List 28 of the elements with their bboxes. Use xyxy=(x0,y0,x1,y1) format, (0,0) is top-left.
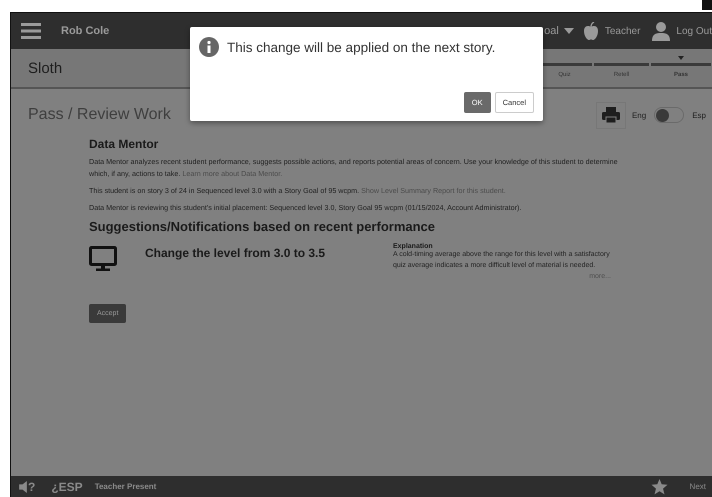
next-button[interactable]: Next xyxy=(690,482,706,491)
spanish-help-button[interactable]: ¿ESP xyxy=(51,480,83,494)
apple-icon xyxy=(582,22,599,40)
caret-icon[interactable] xyxy=(564,28,574,34)
section-heading: Suggestions/Notifications based on recent performance xyxy=(89,219,436,234)
story-title: Sloth xyxy=(28,60,62,76)
info-icon xyxy=(199,37,219,57)
selected-marker-icon xyxy=(678,56,684,60)
teacher-label: Teacher xyxy=(604,26,640,36)
language-toggle[interactable] xyxy=(654,107,684,123)
print-button[interactable] xyxy=(596,102,626,128)
language-label: Esp xyxy=(692,110,706,120)
dialog-message: This change will be applied on the next story. xyxy=(227,40,496,54)
suggestion-title: Change the level from 3.0 to 3.5 xyxy=(145,246,326,260)
user-name: Rob Cole xyxy=(61,25,110,37)
level-goal-menu[interactable]: oal xyxy=(544,25,559,37)
language-label: Eng xyxy=(632,110,646,120)
user-icon xyxy=(652,21,670,41)
star-icon[interactable] xyxy=(650,478,668,494)
audio-help-button[interactable]: ? xyxy=(19,480,36,494)
teacher-present-label: Teacher Present xyxy=(94,482,156,491)
log-out-link[interactable]: Log Out xyxy=(676,26,712,36)
menu-icon[interactable] xyxy=(21,23,41,39)
printer-icon xyxy=(602,107,620,123)
page-title: Pass / Review Work xyxy=(28,106,171,124)
corner-mark xyxy=(702,0,712,10)
monitor-icon xyxy=(89,246,117,272)
section-heading: Data Mentor xyxy=(89,137,160,151)
